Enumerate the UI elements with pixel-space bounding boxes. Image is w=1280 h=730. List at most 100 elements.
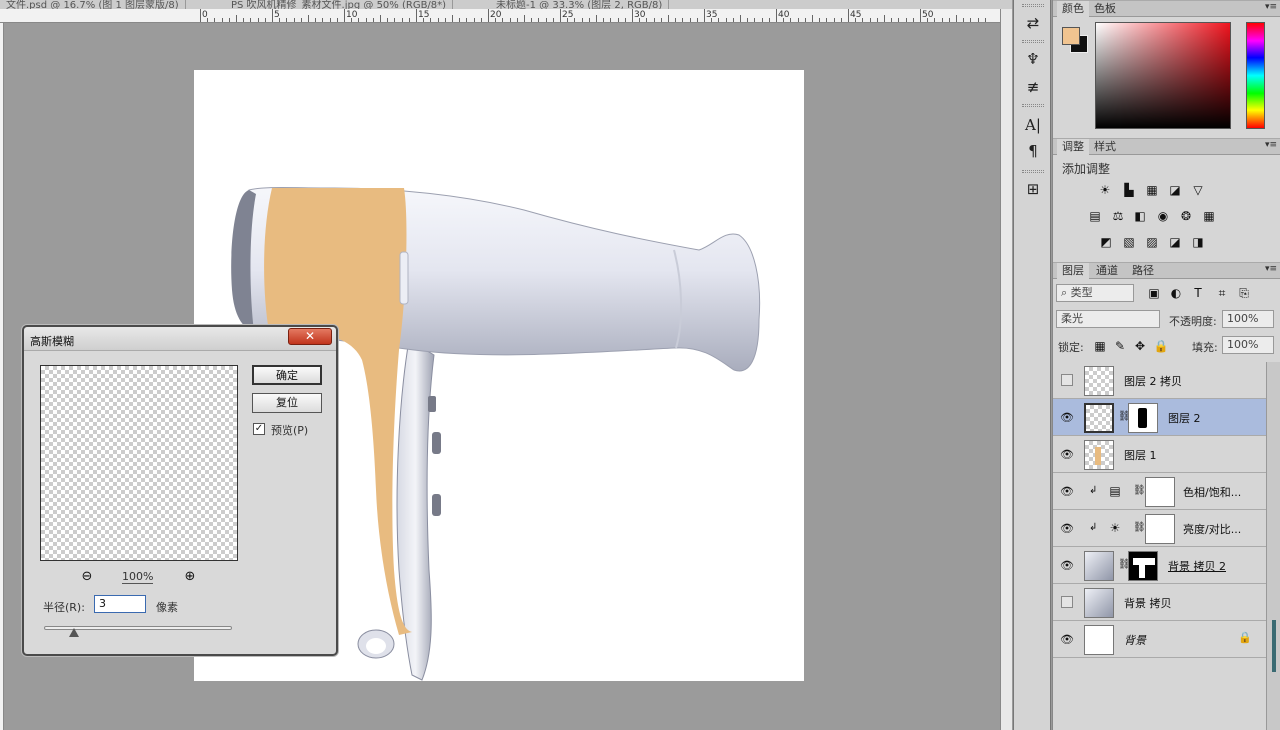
canvas-vertical-scrollbar[interactable] bbox=[1000, 9, 1012, 730]
ruler-tick bbox=[862, 18, 864, 22]
panel-menu-icon[interactable]: ▾≡ bbox=[1265, 140, 1277, 150]
close-icon[interactable]: ✕ bbox=[288, 328, 332, 345]
document-tab-1[interactable]: 文件.psd @ 16.7% (图 1 图层蒙版/8) bbox=[0, 0, 186, 9]
ruler-tick bbox=[495, 18, 497, 22]
document-tab-2[interactable]: PS 吹风机精修_素材文件.jpg @ 50% (RGB/8*) bbox=[225, 0, 454, 9]
eye-icon[interactable]: 👁 bbox=[1059, 521, 1075, 535]
lock-pixels-icon[interactable]: ✎ bbox=[1112, 338, 1128, 354]
channel-mixer-icon[interactable]: ❂ bbox=[1178, 208, 1194, 224]
radius-unit: 像素 bbox=[156, 601, 178, 614]
invert-icon[interactable]: ◩ bbox=[1098, 234, 1114, 250]
levels-icon[interactable]: ▙ bbox=[1121, 182, 1137, 198]
panel-menu-icon[interactable]: ▾≡ bbox=[1265, 264, 1277, 274]
color-field[interactable] bbox=[1095, 22, 1231, 129]
black-white-icon[interactable]: ◧ bbox=[1132, 208, 1148, 224]
character-icon[interactable]: A| bbox=[1020, 114, 1046, 136]
zoom-in-icon[interactable]: ⊕ bbox=[182, 568, 198, 584]
reset-button[interactable]: 复位 bbox=[252, 393, 322, 413]
selective-color-icon[interactable]: ◨ bbox=[1190, 234, 1206, 250]
brightness-contrast-icon[interactable]: ☀ bbox=[1097, 182, 1113, 198]
lock-all-icon[interactable]: 🔒 bbox=[1153, 338, 1169, 354]
tab-channels[interactable]: 通道 bbox=[1091, 263, 1123, 279]
document-tab-bar: 文件.psd @ 16.7% (图 1 图层蒙版/8) PS 吹风机精修_素材文… bbox=[0, 0, 1012, 9]
brush-presets-icon[interactable]: ♆ bbox=[1020, 48, 1046, 70]
tab-adjustments[interactable]: 调整 bbox=[1057, 139, 1089, 155]
fill-input[interactable]: 100% bbox=[1222, 336, 1274, 354]
color-balance-icon[interactable]: ⚖ bbox=[1110, 208, 1126, 224]
ruler-tick bbox=[567, 18, 569, 22]
filter-type-icon[interactable]: T bbox=[1190, 285, 1206, 301]
lock-position-icon[interactable]: ✥ bbox=[1132, 338, 1148, 354]
layer-row[interactable]: 背景 拷贝 bbox=[1053, 584, 1266, 621]
radius-input[interactable]: 3 bbox=[94, 595, 146, 613]
filter-adjustment-icon[interactable]: ◐ bbox=[1168, 285, 1184, 301]
foreground-color-swatch[interactable] bbox=[1062, 27, 1080, 45]
ruler-tick bbox=[588, 18, 590, 22]
blend-mode-select[interactable]: 柔光 bbox=[1056, 310, 1160, 328]
ruler-tick bbox=[408, 18, 410, 22]
ok-button[interactable]: 确定 bbox=[252, 365, 322, 385]
preview-checkbox[interactable]: ✓ bbox=[253, 423, 265, 435]
link-icon[interactable]: ⛓ bbox=[1133, 522, 1146, 533]
visibility-toggle[interactable] bbox=[1061, 596, 1073, 608]
filter-shape-icon[interactable]: ⌗ bbox=[1214, 285, 1230, 301]
ruler-tick bbox=[250, 18, 252, 22]
layer-name: 图层 2 bbox=[1168, 412, 1201, 425]
tab-layers[interactable]: 图层 bbox=[1057, 263, 1089, 279]
filter-smart-object-icon[interactable]: ⎘ bbox=[1236, 285, 1252, 301]
tab-color[interactable]: 颜色 bbox=[1057, 1, 1089, 17]
lock-transparent-icon[interactable]: ▦ bbox=[1092, 338, 1108, 354]
ruler-tick bbox=[869, 18, 871, 22]
layer-comps-icon[interactable]: ⊞ bbox=[1020, 178, 1046, 200]
eye-icon[interactable]: 👁 bbox=[1059, 447, 1075, 461]
eye-icon[interactable]: 👁 bbox=[1059, 558, 1075, 572]
filter-pixel-icon[interactable]: ▣ bbox=[1146, 285, 1162, 301]
layer-row-selected[interactable]: 👁 ⛓ 图层 2 bbox=[1053, 399, 1266, 436]
document-tab-3[interactable]: 未标题-1 @ 33.3% (图层 2, RGB/8) bbox=[490, 0, 670, 9]
layer-thumbnail bbox=[1084, 588, 1114, 618]
ruler-tick bbox=[790, 18, 792, 22]
layer-row[interactable]: 👁 ↲ ☀ ⛓ 亮度/对比... bbox=[1053, 510, 1266, 547]
exposure-icon[interactable]: ◪ bbox=[1167, 182, 1183, 198]
ruler-tick bbox=[603, 18, 605, 22]
eye-icon[interactable]: 👁 bbox=[1059, 410, 1075, 424]
layer-row[interactable]: 👁 图层 1 bbox=[1053, 436, 1266, 473]
color-lookup-icon[interactable]: ▦ bbox=[1201, 208, 1217, 224]
curves-icon[interactable]: ▦ bbox=[1144, 182, 1160, 198]
eye-icon[interactable]: 👁 bbox=[1059, 632, 1075, 646]
visibility-toggle[interactable] bbox=[1061, 374, 1073, 386]
photo-filter-icon[interactable]: ◉ bbox=[1155, 208, 1171, 224]
gradient-map-icon[interactable]: ◪ bbox=[1167, 234, 1183, 250]
layer-row[interactable]: 👁 ↲ ▤ ⛓ 色相/饱和... bbox=[1053, 473, 1266, 510]
layer-row[interactable]: 👁 ⛓ 背景 拷贝 2 bbox=[1053, 547, 1266, 584]
posterize-icon[interactable]: ▧ bbox=[1121, 234, 1137, 250]
layer-row[interactable]: 👁 背景 🔒 bbox=[1053, 621, 1266, 658]
tab-paths[interactable]: 路径 bbox=[1127, 263, 1159, 279]
hue-saturation-icon[interactable]: ▤ bbox=[1087, 208, 1103, 224]
layer-name: 色相/饱和... bbox=[1183, 486, 1242, 499]
layer-filter-kind[interactable]: ⌕ 类型 bbox=[1056, 284, 1134, 302]
eye-icon[interactable]: 👁 bbox=[1059, 484, 1075, 498]
layers-scrollbar[interactable] bbox=[1266, 362, 1280, 730]
dialog-titlebar[interactable]: 高斯模糊 ✕ bbox=[24, 327, 336, 351]
link-icon[interactable]: ⛓ bbox=[1133, 485, 1146, 496]
panel-menu-icon[interactable]: ▾≡ bbox=[1265, 2, 1277, 12]
ruler-tick bbox=[444, 18, 446, 22]
ruler-tick bbox=[718, 18, 720, 22]
vibrance-icon[interactable]: ▽ bbox=[1190, 182, 1206, 198]
hue-spectrum[interactable] bbox=[1246, 22, 1265, 129]
tab-styles[interactable]: 样式 bbox=[1089, 139, 1121, 155]
ruler-tick bbox=[574, 18, 576, 22]
layer-row[interactable]: 图层 2 拷贝 bbox=[1053, 362, 1266, 399]
tab-swatches[interactable]: 色板 bbox=[1089, 1, 1121, 17]
layers-scrollbar-thumb[interactable] bbox=[1272, 620, 1276, 672]
paragraph-icon[interactable]: ¶ bbox=[1020, 140, 1046, 162]
opacity-input[interactable]: 100% bbox=[1222, 310, 1274, 328]
blur-preview[interactable] bbox=[40, 365, 238, 561]
radius-slider-thumb[interactable] bbox=[69, 628, 79, 637]
zoom-out-icon[interactable]: ⊖ bbox=[79, 568, 95, 584]
threshold-icon[interactable]: ▨ bbox=[1144, 234, 1160, 250]
tool-presets-icon[interactable]: ≢ bbox=[1020, 76, 1046, 98]
history-brush-icon[interactable]: ⇄ bbox=[1020, 12, 1046, 34]
ruler-tick bbox=[596, 15, 597, 22]
